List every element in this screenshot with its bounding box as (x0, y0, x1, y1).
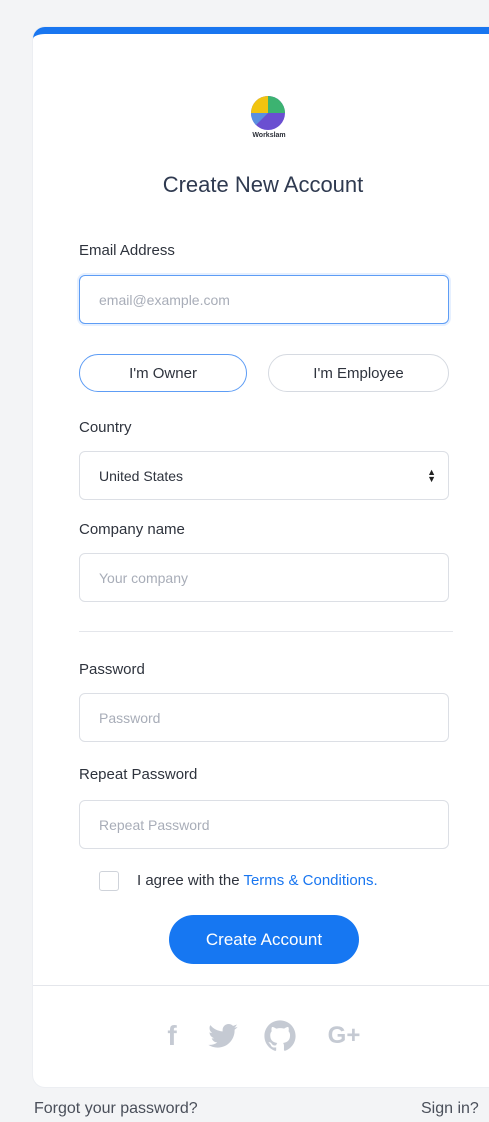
sign-in-link[interactable]: Sign in? (421, 1100, 479, 1118)
logo-icon (251, 96, 285, 130)
social-divider (33, 985, 489, 986)
repeat-password-input[interactable]: Repeat Password (79, 800, 449, 849)
create-account-label: Create Account (205, 929, 323, 949)
create-account-button[interactable]: Create Account (169, 915, 359, 964)
terms-link[interactable]: Terms & Conditions. (243, 872, 377, 889)
page-title: Create New Account (162, 172, 364, 197)
employee-role-button[interactable]: I'm Employee (268, 354, 449, 392)
email-input[interactable]: email@example.com (79, 275, 449, 324)
company-input[interactable]: Your company (79, 553, 449, 602)
password-input[interactable]: Password (79, 693, 449, 742)
twitter-icon[interactable] (207, 1018, 239, 1054)
repeat-password-label: Repeat Password (79, 766, 198, 783)
password-placeholder: Password (99, 709, 161, 726)
terms-agreement: I agree with the Terms & Conditions. (137, 872, 378, 889)
terms-checkbox[interactable] (99, 871, 119, 891)
facebook-icon[interactable]: f (162, 1018, 182, 1054)
select-arrows-icon: ▲ ▼ (427, 467, 436, 484)
terms-text: I agree with the (137, 872, 244, 889)
email-label: Email Address (79, 242, 175, 259)
company-label: Company name (79, 521, 185, 538)
brand-name: Workslam (252, 132, 286, 139)
google-plus-icon[interactable]: G+ (322, 1018, 366, 1054)
owner-role-button[interactable]: I'm Owner (79, 354, 247, 392)
repeat-password-placeholder: Repeat Password (99, 816, 210, 833)
password-label: Password (79, 661, 145, 678)
forgot-password-link[interactable]: Forgot your password? (34, 1100, 198, 1118)
country-value: United States (99, 467, 184, 484)
company-placeholder: Your company (99, 569, 188, 586)
owner-role-label: I'm Owner (129, 364, 197, 382)
email-placeholder: email@example.com (99, 291, 230, 308)
section-divider (79, 631, 453, 632)
employee-role-label: I'm Employee (313, 364, 404, 382)
github-icon[interactable] (263, 1018, 297, 1054)
country-label: Country (79, 419, 132, 436)
country-select[interactable]: United States ▲ ▼ (79, 451, 449, 500)
